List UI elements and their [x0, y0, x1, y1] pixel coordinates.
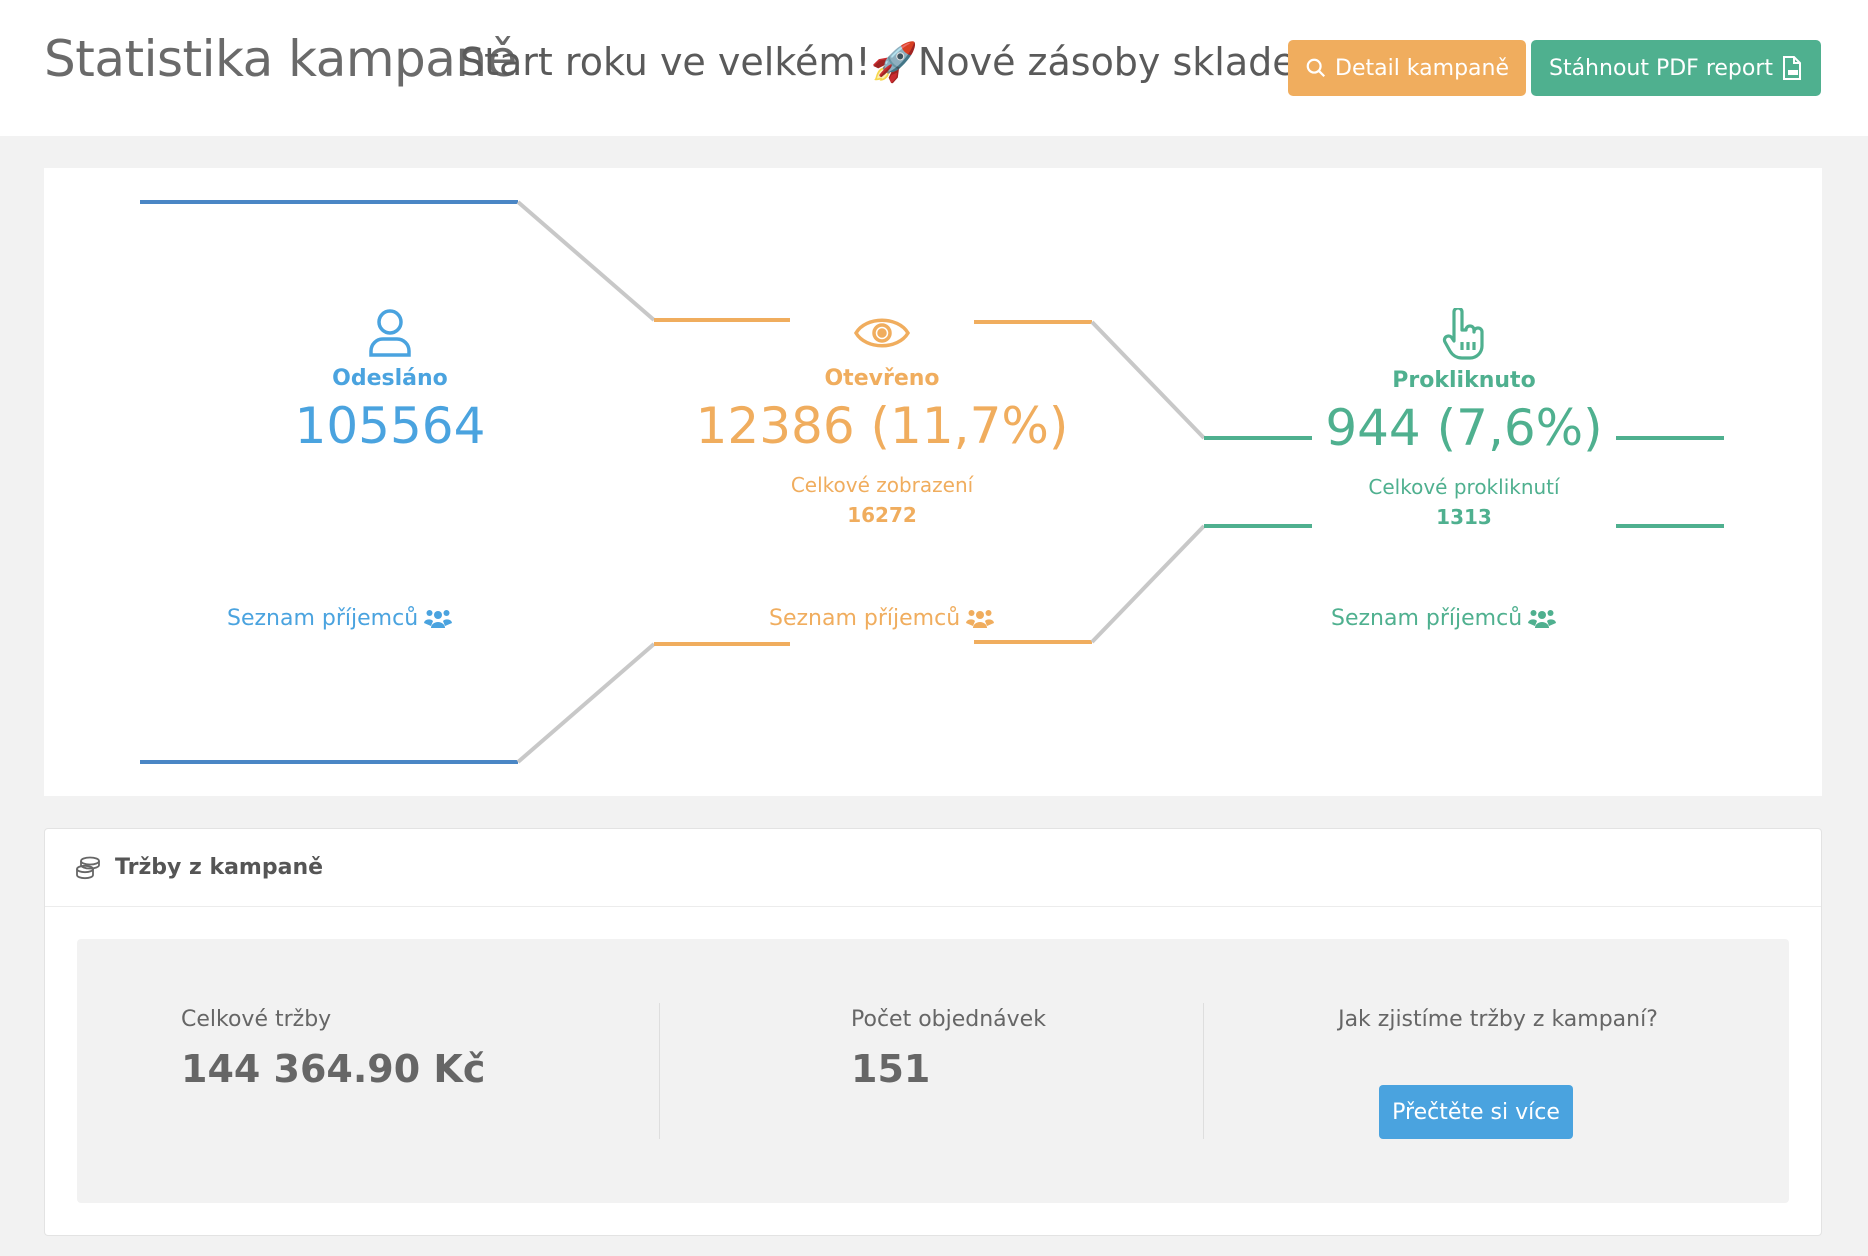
connector-opened-clicked-bottom — [1090, 524, 1206, 644]
campaign-name: Start roku ve velkém!🚀Nové zásoby sklade… — [460, 40, 1333, 84]
coins-icon — [76, 856, 100, 879]
opened-value: 12386 (11,7%) — [695, 397, 1069, 455]
revenue-card-header: Tržby z kampaně — [45, 829, 1821, 907]
revenue-card: Tržby z kampaně Celkové tržby 144 364.90… — [44, 828, 1822, 1236]
sent-stat: Odesláno 105564 — [240, 308, 540, 455]
orders-value: 151 — [851, 1047, 931, 1091]
opened-total-label: Celkové zobrazení — [790, 473, 974, 497]
revenue-card-title: Tržby z kampaně — [115, 855, 324, 880]
clicked-recipients-link[interactable]: Seznam příjemců — [1331, 606, 1557, 631]
sent-label: Odesláno — [332, 366, 448, 391]
clicked-label: Prokliknuto — [1392, 368, 1536, 393]
orders-block: Počet objednávek 151 — [851, 939, 1251, 1203]
page-title: Statistika kampaně — [44, 30, 517, 88]
users-icon — [1528, 609, 1557, 628]
campaign-detail-label: Detail kampaně — [1335, 55, 1509, 81]
sent-value: 105564 — [294, 397, 486, 455]
user-icon — [369, 309, 411, 357]
total-revenue-block: Celkové tržby 144 364.90 Kč — [181, 939, 661, 1203]
sent-recipients-link[interactable]: Seznam příjemců — [227, 606, 453, 631]
funnel-card: Odesláno 105564 Seznam příjemců Otevřeno… — [44, 168, 1822, 796]
clicked-stat: Prokliknuto 944 (7,6%) Celkové prokliknu… — [1304, 308, 1624, 529]
revenue-summary-panel: Celkové tržby 144 364.90 Kč Počet objedn… — [77, 939, 1789, 1203]
total-revenue-label: Celkové tržby — [181, 1007, 332, 1032]
column-divider — [659, 1003, 660, 1139]
revenue-info-block: Jak zjistíme tržby z kampaní? — [1207, 939, 1789, 1203]
download-pdf-button[interactable]: Stáhnout PDF report — [1531, 40, 1821, 96]
pdf-file-icon — [1783, 56, 1802, 80]
eye-icon — [854, 318, 910, 348]
total-revenue-value: 144 364.90 Kč — [181, 1047, 486, 1091]
opened-total-value: 16272 — [847, 503, 917, 527]
opened-recipients-label: Seznam příjemců — [769, 606, 961, 631]
users-icon — [966, 609, 995, 628]
read-more-button[interactable]: Přečtěte si více — [1379, 1085, 1573, 1139]
connector-opened-clicked-top — [1090, 320, 1206, 440]
revenue-info-label: Jak zjistíme tržby z kampaní? — [1338, 1007, 1658, 1032]
clicked-value: 944 (7,6%) — [1325, 399, 1603, 457]
users-icon — [424, 609, 453, 628]
connector-sent-opened-bottom — [516, 642, 656, 764]
clicked-total-label: Celkové prokliknutí — [1368, 475, 1560, 499]
orders-label: Počet objednávek — [851, 1007, 1046, 1032]
column-divider — [1203, 1003, 1204, 1139]
opened-label: Otevřeno — [824, 366, 940, 391]
download-pdf-label: Stáhnout PDF report — [1548, 55, 1774, 81]
campaign-detail-button[interactable]: Detail kampaně — [1288, 40, 1526, 96]
sent-recipients-label: Seznam příjemců — [227, 606, 419, 631]
search-icon — [1306, 58, 1326, 78]
opened-stat: Otevřeno 12386 (11,7%) Celkové zobrazení… — [692, 308, 1072, 527]
clicked-total-value: 1313 — [1436, 505, 1492, 529]
opened-recipients-link[interactable]: Seznam příjemců — [769, 606, 995, 631]
page-header: Statistika kampaně Start roku ve velkém!… — [0, 0, 1868, 136]
hand-pointer-icon — [1442, 308, 1484, 360]
clicked-recipients-label: Seznam příjemců — [1331, 606, 1523, 631]
connector-sent-opened-top — [516, 200, 656, 322]
